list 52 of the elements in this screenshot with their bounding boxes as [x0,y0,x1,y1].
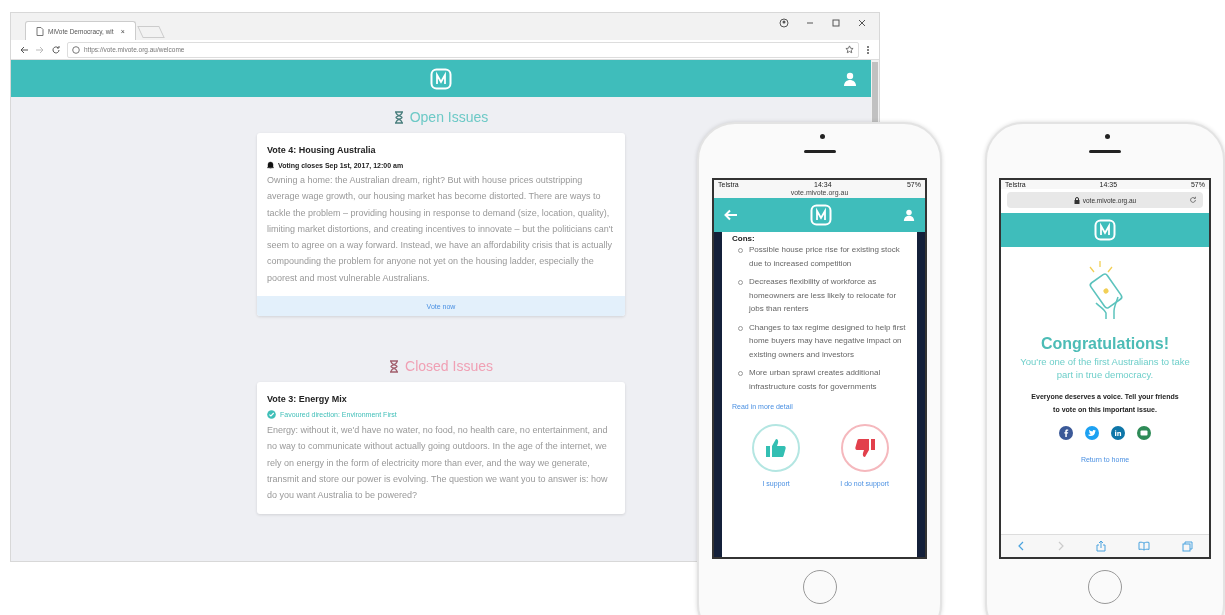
camera-icon [819,134,825,139]
account-icon[interactable] [779,18,789,28]
reload-icon[interactable] [51,44,61,55]
thumbs-down-icon [853,438,876,458]
list-item: Changes to tax regime designed to help first home buyers may have negative impact on existing owners and investors [749,321,907,361]
bell-icon [267,161,274,169]
menu-icon[interactable] [865,44,871,55]
list-heading: Cons: [732,234,756,243]
thumbs-up-icon [765,438,788,458]
hourglass-icon [389,359,400,373]
congratulations-heading: Congratulations! [1041,335,1169,353]
forward-icon[interactable] [35,44,45,55]
reload-icon[interactable] [1189,196,1197,204]
list-item: Possible house price rise for existing stock due to increased competition [749,244,901,270]
facebook-share-icon[interactable] [1059,426,1073,440]
check-circle-icon [267,410,276,420]
back-arrow-icon[interactable] [724,209,738,221]
info-icon [72,45,80,54]
list-item: More urban sprawl creates additional infrastructure costs for governments [749,367,882,393]
hourglass-icon [393,110,404,124]
email-share-icon[interactable] [1137,426,1151,440]
close-icon[interactable] [857,18,867,28]
speaker-grille [1089,150,1121,153]
linkedin-share-icon[interactable] [1111,426,1125,440]
thumbs-down-button[interactable] [840,424,889,472]
page-icon [36,26,44,36]
issue-title: Vote 4: Housing Australia [267,145,377,155]
section-heading: Closed Issues [405,358,493,375]
issue-description: Owning a home: the Australian dream, right? But with house prices outstripping average wage growth, our housing market has become distorted. There are ways to tackle the problem – providing housing in response to demand (size, location, quality), limiting market distortions, and creating incentives to innovate – but the politicians can't seem to agree on a way forward. Instead, we have an affordability crisis that is actually compounding the problem for anyone not yet on the housing ladder, especially the poorest and most vulnerable Australians. [267,174,614,285]
back-icon[interactable] [19,44,29,55]
twitter-share-icon[interactable] [1085,426,1099,440]
issue-title: Vote 3: Energy Mix [267,394,348,405]
user-icon[interactable] [903,209,915,221]
user-icon[interactable] [843,71,857,86]
list-item: Decreases flexibility of workforce as homeowners are less likely to relocate for jobs than renters [749,276,898,315]
tabs-icon[interactable] [1182,540,1194,552]
section-heading: Open Issues [409,109,489,125]
maximize-icon[interactable] [831,18,841,28]
logo-icon[interactable] [430,67,452,90]
bookmark-star-icon[interactable] [845,45,854,54]
issue-description: Energy: without it, we'd have no water, no food, no health care, no entertainment, and no way to communicate without actually going outdoors. In the age of the internet, we rely on energy in the form of electricity more than ever, and the way we generate, transmit and store our power is evolving. The question we want you to answer is: how do you want Australia to be powered? [267,424,609,503]
logo-icon[interactable] [809,204,832,226]
camera-icon [1105,134,1110,139]
new-tab-button[interactable] [136,26,165,38]
bookmarks-icon[interactable] [1138,541,1151,551]
subheading: You're one of the first Australians to take part in true democracy. [1019,355,1191,381]
share-icon[interactable] [1096,540,1107,552]
thumbs-up-button[interactable] [752,424,801,472]
speaker-grille [803,150,836,153]
forward-icon[interactable] [1056,541,1065,551]
lock-icon [1073,196,1080,204]
logo-icon[interactable] [1094,219,1116,241]
